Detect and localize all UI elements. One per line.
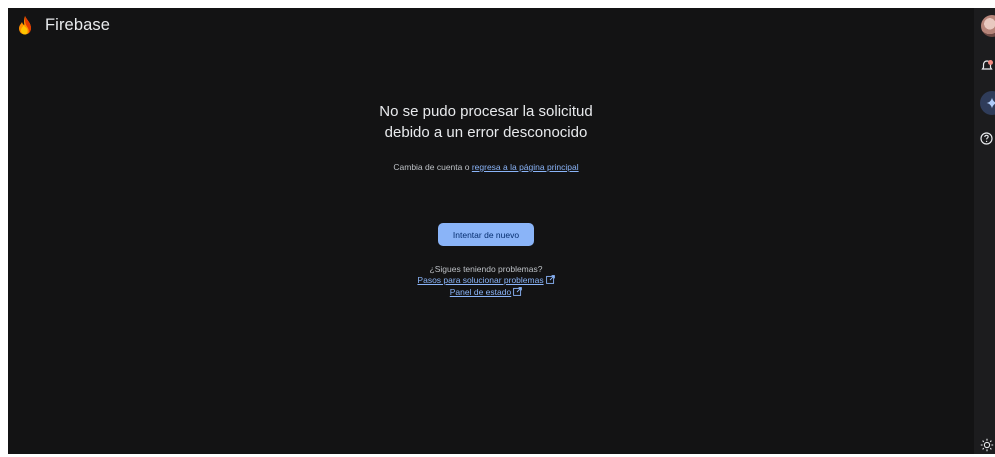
status-dashboard-link[interactable]: Panel de estado [450, 287, 511, 297]
gemini-icon[interactable] [980, 91, 995, 115]
right-rail [974, 8, 995, 454]
avatar[interactable] [981, 15, 995, 37]
status-row: Panel de estado [8, 287, 964, 299]
switch-account-text: Cambia de cuenta o [393, 162, 472, 172]
error-title: No se pudo procesar la solicitud debido … [379, 103, 593, 141]
home-link[interactable]: regresa a la página principal [472, 162, 579, 172]
troubleshoot-link[interactable]: Pasos para solucionar problemas [417, 275, 543, 285]
firebase-console-window: Firebase No se pudo procesar la solicitu… [8, 8, 995, 454]
external-link-icon[interactable] [545, 275, 555, 287]
notifications-icon[interactable] [980, 59, 994, 78]
error-subtitle: Cambia de cuenta o regresa a la página p… [8, 162, 964, 172]
theme-icon[interactable] [980, 438, 994, 457]
troubleshoot-row: Pasos para solucionar problemas [8, 275, 964, 287]
help-section: ¿Sigues teniendo problemas? Pasos para s… [8, 264, 964, 299]
help-icon[interactable] [980, 132, 993, 150]
external-link-icon[interactable] [513, 287, 523, 299]
retry-button[interactable]: Intentar de nuevo [438, 223, 534, 246]
main-content: No se pudo procesar la solicitud debido … [8, 8, 974, 454]
still-problems-text: ¿Sigues teniendo problemas? [429, 264, 543, 274]
